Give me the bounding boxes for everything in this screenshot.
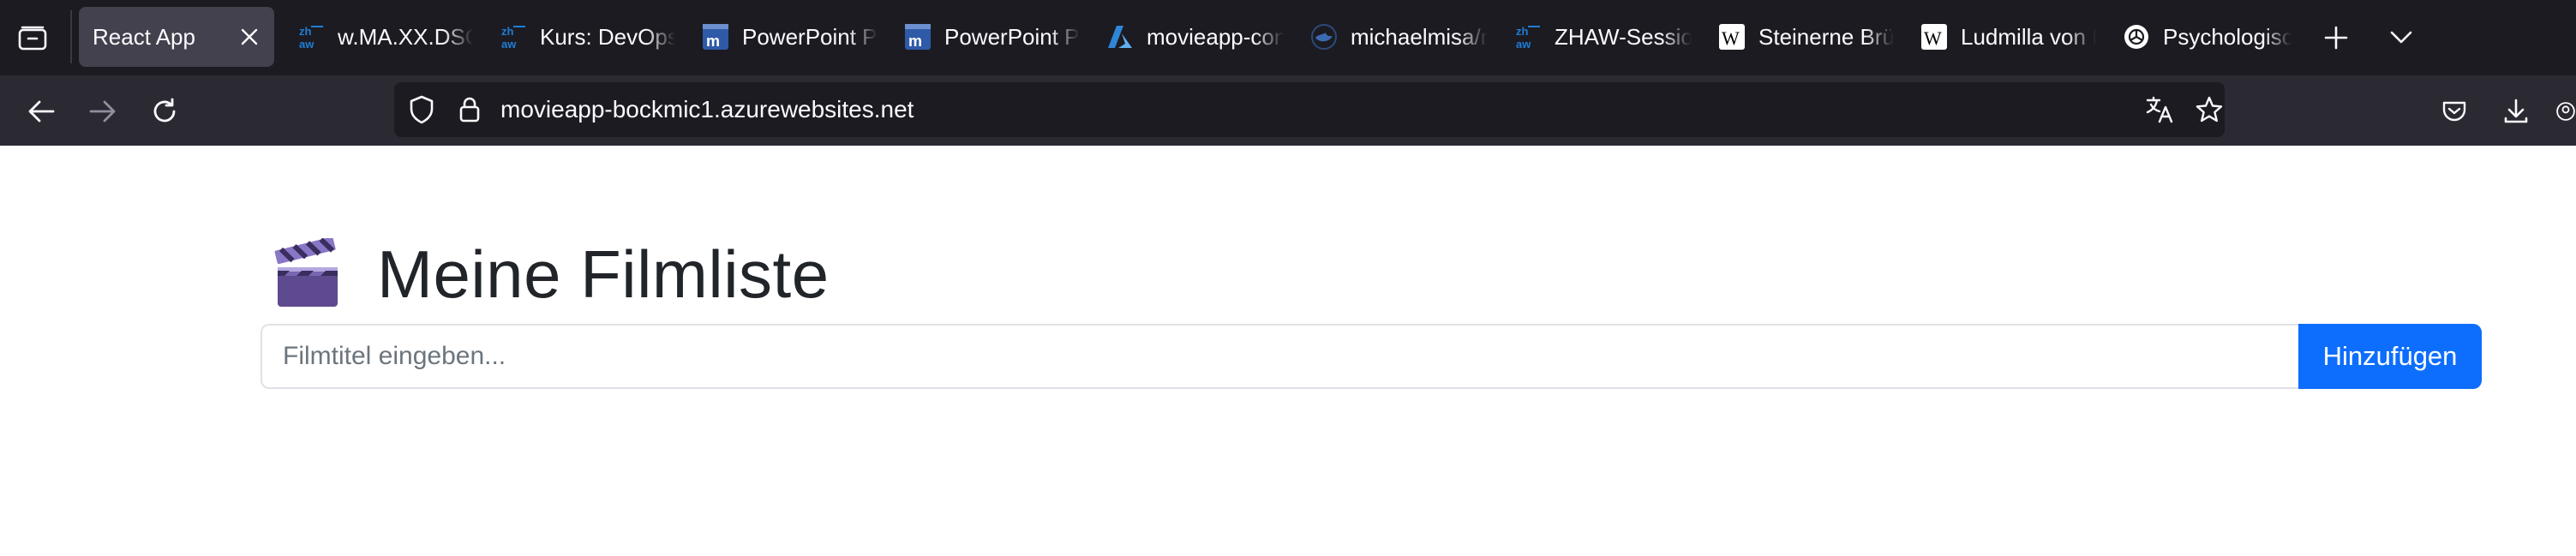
svg-text:aw: aw [299, 38, 315, 51]
tab-title: React App [93, 23, 195, 50]
translate-icon [2146, 96, 2173, 123]
tab-title: movieapp-container [1147, 23, 1284, 50]
add-film-button[interactable]: Hinzufügen [2298, 324, 2482, 389]
star-icon [2196, 96, 2223, 123]
reload-icon [153, 98, 176, 123]
svg-text:W: W [1924, 27, 1942, 49]
pocket-icon [2442, 101, 2466, 122]
back-button[interactable] [21, 91, 62, 132]
svg-text:m: m [908, 33, 922, 50]
svg-text:aw: aw [501, 38, 517, 51]
close-tab-button[interactable] [237, 24, 262, 50]
url-text[interactable]: movieapp-bockmic1.azurewebsites.net [500, 82, 914, 137]
svg-text:zh: zh [501, 25, 514, 38]
page-title: Meine Filmliste [377, 236, 830, 312]
firefox-view-icon [18, 26, 47, 51]
pocket-button[interactable] [2434, 91, 2475, 132]
arrow-right-icon [89, 100, 116, 123]
zhaw-logo-icon: zh aw [499, 22, 528, 51]
list-all-tabs-button[interactable] [2382, 19, 2420, 57]
tab-strip: React Appzhaww.MA.XX.DSOpszhawKurs: DevO… [0, 0, 2576, 75]
zhaw-logo-icon: zh aw [297, 22, 326, 51]
navigation-toolbar: movieapp-bockmic1.azurewebsites.net [0, 75, 2576, 146]
lock-icon [459, 97, 480, 123]
arrow-left-icon [28, 100, 55, 123]
shield-icon [410, 95, 434, 124]
svg-text:aw: aw [1516, 38, 1531, 51]
azure-icon [1105, 22, 1135, 51]
tab-title: PowerPoint Präsentation [742, 23, 878, 50]
tracking-protection-button[interactable] [406, 94, 437, 125]
chevron-down-icon [2390, 31, 2412, 44]
tab-title: michaelmisa/movieapp [1351, 23, 1488, 50]
account-button[interactable] [2555, 91, 2576, 132]
downloads-button[interactable] [2495, 91, 2537, 132]
svg-text:zh: zh [1516, 25, 1529, 38]
openai-icon [2122, 22, 2151, 51]
plus-icon [2324, 26, 2348, 50]
tab-title: w.MA.XX.DSOps [338, 23, 473, 50]
download-icon [2504, 99, 2528, 123]
bookmark-button[interactable] [2194, 94, 2225, 125]
close-icon [241, 28, 258, 45]
new-tab-button[interactable] [2317, 19, 2355, 57]
address-bar[interactable]: movieapp-bockmic1.azurewebsites.net [394, 82, 2225, 137]
translate-button[interactable] [2144, 94, 2175, 125]
tab[interactable]: Psychologische [2108, 7, 2297, 67]
tab-title: Kurs: DevOps [540, 23, 675, 50]
tab[interactable]: m PowerPoint Präsentation [687, 7, 883, 67]
zhaw-logo-icon: zh aw [1513, 22, 1543, 51]
wikipedia-icon: W [1717, 22, 1746, 51]
tab-title: Steinerne Brücke [1758, 23, 1894, 50]
tab-title: Psychologische [2163, 23, 2291, 50]
add-film-form: Hinzufügen [261, 324, 2482, 389]
svg-text:W: W [1722, 27, 1740, 49]
tab[interactable]: michaelmisa/movieapp [1296, 7, 1493, 67]
page-header: Meine Filmliste [273, 231, 830, 317]
reload-button[interactable] [144, 91, 185, 132]
tab[interactable]: zh aw Kurs: DevOps [485, 7, 680, 67]
wikipedia-icon: W [1920, 22, 1949, 51]
forward-button[interactable] [82, 91, 123, 132]
tab[interactable]: zh aw ZHAW-Session [1500, 7, 1697, 67]
site-info-button[interactable] [454, 94, 485, 125]
tab-active[interactable]: React App [79, 7, 274, 67]
firefox-view-button[interactable] [14, 21, 51, 55]
docker-icon [1309, 22, 1339, 51]
svg-text:m: m [706, 33, 720, 50]
film-title-input[interactable] [261, 324, 2298, 389]
tab-title: PowerPoint Präsentation [944, 23, 1080, 50]
tab-separator [70, 10, 72, 63]
clapper-board-icon [274, 238, 338, 307]
tab-title: ZHAW-Session [1555, 23, 1692, 50]
tab[interactable]: movieapp-container [1092, 7, 1289, 67]
svg-text:zh: zh [299, 25, 312, 38]
moodle-icon: m [701, 22, 730, 51]
tab[interactable]: zhaw w.MA.XX.DSOps [283, 7, 478, 67]
account-icon [2556, 102, 2575, 121]
tab-title: Ludmilla von Böhmen [1961, 23, 2096, 50]
tab[interactable]: m PowerPoint Präsentation [890, 7, 1085, 67]
moodle-icon: m [903, 22, 932, 51]
tab[interactable]: W Steinerne Brücke [1704, 7, 1899, 67]
tab[interactable]: W Ludmilla von Böhmen [1906, 7, 2101, 67]
